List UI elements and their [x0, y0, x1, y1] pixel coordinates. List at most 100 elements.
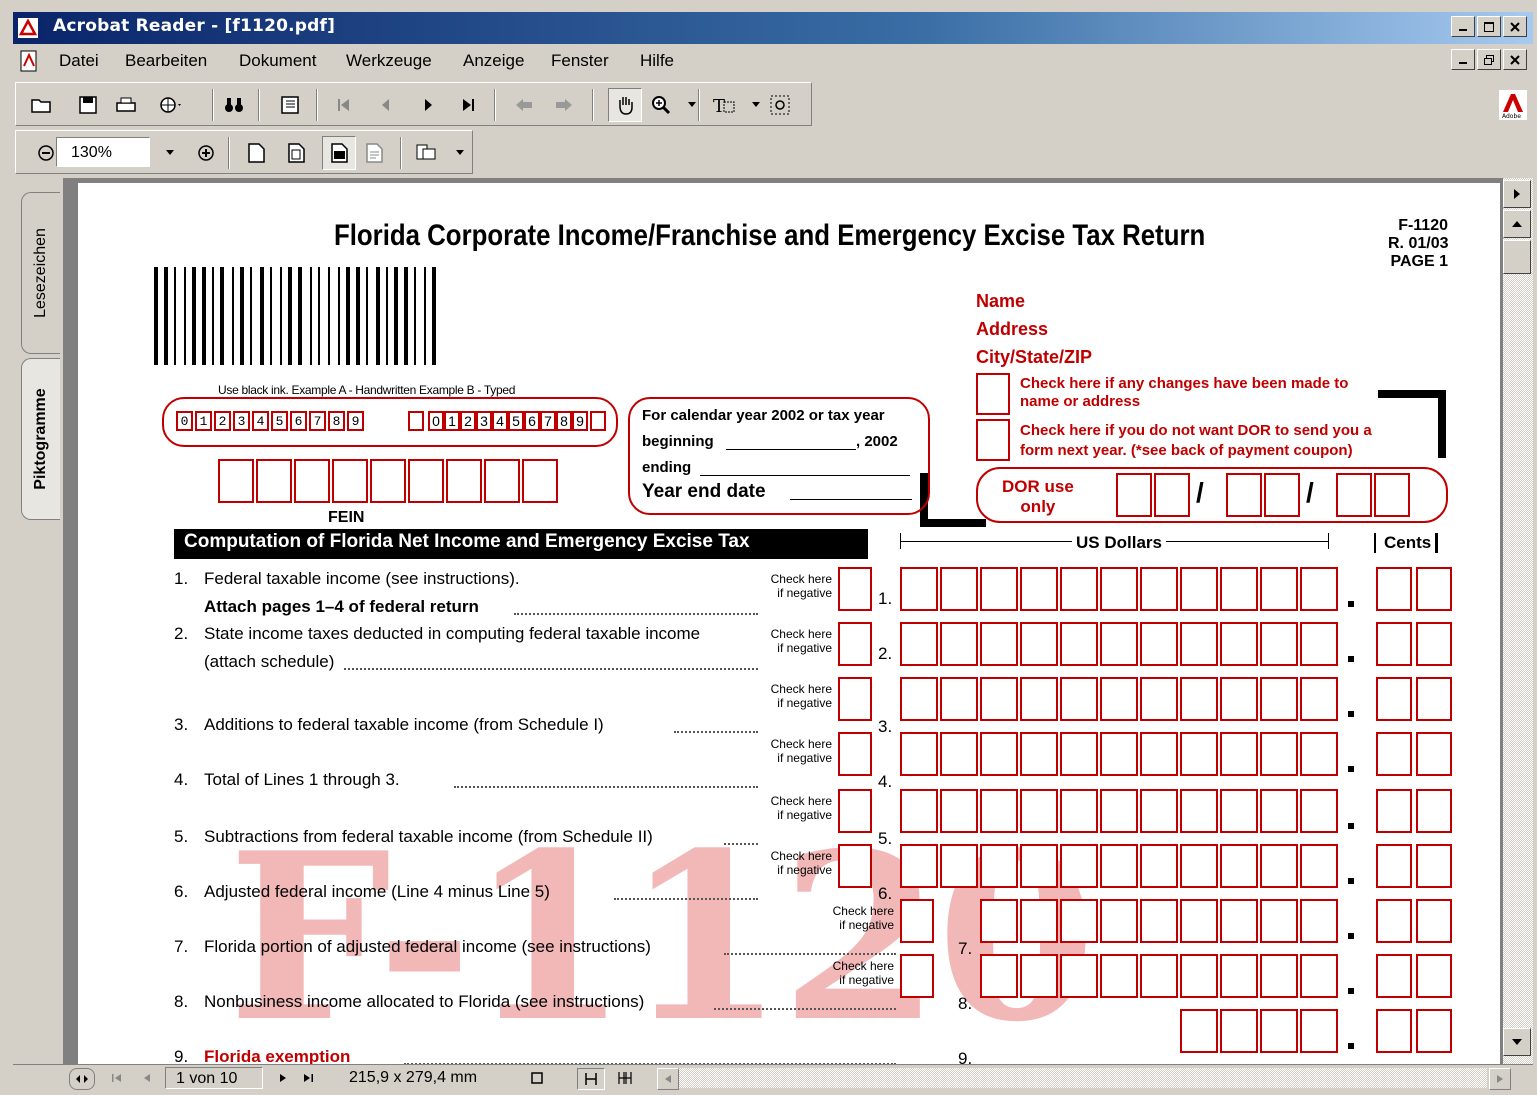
scroll-thumb[interactable] — [1503, 240, 1531, 274]
dollar-digit-box[interactable] — [980, 567, 1018, 611]
fein-digit-box[interactable] — [370, 459, 406, 503]
negative-checkbox[interactable] — [900, 899, 934, 943]
tab-thumbnails[interactable]: Piktogramme — [21, 358, 60, 520]
dollar-digit-box[interactable] — [1300, 1009, 1338, 1053]
dollar-digit-box[interactable] — [1180, 954, 1218, 998]
dollar-digit-box[interactable] — [1220, 844, 1258, 888]
dollar-digit-box[interactable] — [1020, 899, 1058, 943]
dollar-digit-box[interactable] — [1220, 954, 1258, 998]
menu-datei[interactable]: Datei — [59, 51, 99, 71]
dollar-digit-box[interactable] — [1300, 954, 1338, 998]
menu-hilfe[interactable]: Hilfe — [640, 51, 674, 71]
status-first-page[interactable] — [109, 1068, 125, 1088]
dollar-digit-box[interactable] — [1180, 677, 1218, 721]
dollar-digit-box[interactable] — [1220, 567, 1258, 611]
cents-digit-box[interactable] — [1376, 622, 1412, 666]
cents-digit-box[interactable] — [1416, 567, 1452, 611]
dollar-digit-box[interactable] — [1060, 622, 1098, 666]
dollar-digit-box[interactable] — [980, 789, 1018, 833]
dollar-digit-box[interactable] — [1020, 954, 1058, 998]
cents-digit-box[interactable] — [1416, 899, 1452, 943]
snapshot-button[interactable] — [768, 93, 792, 117]
negative-checkbox[interactable] — [900, 954, 934, 998]
dollar-digit-box[interactable] — [1260, 677, 1298, 721]
dollar-digit-box[interactable] — [1300, 622, 1338, 666]
cents-digit-box[interactable] — [1416, 732, 1452, 776]
facing-pages-button[interactable] — [613, 1068, 637, 1088]
dollar-digit-box[interactable] — [1060, 844, 1098, 888]
doc-minimize-button[interactable] — [1451, 49, 1475, 70]
minimize-button[interactable] — [1451, 16, 1475, 37]
text-select-button[interactable]: T — [712, 93, 736, 117]
dollar-digit-box[interactable] — [900, 789, 938, 833]
scroll-down-button[interactable] — [1503, 1028, 1531, 1056]
dollar-digit-box[interactable] — [1100, 567, 1138, 611]
dollar-digit-box[interactable] — [1020, 844, 1058, 888]
dollar-digit-box[interactable] — [1300, 789, 1338, 833]
negative-checkbox[interactable] — [838, 677, 872, 721]
dollar-digit-box[interactable] — [1140, 899, 1178, 943]
dollar-digit-box[interactable] — [1300, 677, 1338, 721]
dollar-digit-box[interactable] — [1140, 732, 1178, 776]
fein-digit-box[interactable] — [408, 459, 444, 503]
dollar-digit-box[interactable] — [1220, 732, 1258, 776]
actual-size-button[interactable] — [244, 141, 268, 165]
dollar-digit-box[interactable] — [1180, 899, 1218, 943]
split-toggle[interactable] — [69, 1068, 95, 1090]
dollar-digit-box[interactable] — [1060, 677, 1098, 721]
dollar-digit-box[interactable] — [980, 954, 1018, 998]
negative-checkbox[interactable] — [838, 789, 872, 833]
no-form-checkbox[interactable] — [976, 419, 1010, 461]
cents-digit-box[interactable] — [1376, 1009, 1412, 1053]
doc-close-button[interactable] — [1503, 49, 1527, 70]
dollar-digit-box[interactable] — [1260, 567, 1298, 611]
go-forward-button[interactable] — [552, 93, 576, 117]
dollar-digit-box[interactable] — [1220, 789, 1258, 833]
show-navigation-button[interactable] — [278, 93, 302, 117]
status-next-page[interactable] — [275, 1068, 291, 1088]
dollar-digit-box[interactable] — [1180, 789, 1218, 833]
last-page-button[interactable] — [456, 93, 480, 117]
close-button[interactable] — [1503, 16, 1527, 37]
cents-digit-box[interactable] — [1416, 1009, 1452, 1053]
go-back-button[interactable] — [512, 93, 536, 117]
dollar-digit-box[interactable] — [1220, 1009, 1258, 1053]
fein-digit-box[interactable] — [256, 459, 292, 503]
zoom-input[interactable]: 130% — [56, 137, 150, 167]
negative-checkbox[interactable] — [838, 622, 872, 666]
dollar-digit-box[interactable] — [1060, 954, 1098, 998]
cents-digit-box[interactable] — [1416, 622, 1452, 666]
dollar-digit-box[interactable] — [1300, 899, 1338, 943]
dollar-digit-box[interactable] — [1020, 567, 1058, 611]
scroll-up-button[interactable] — [1503, 210, 1531, 238]
cents-digit-box[interactable] — [1416, 789, 1452, 833]
fein-boxes[interactable] — [218, 459, 560, 503]
dollar-digit-box[interactable] — [1060, 789, 1098, 833]
dollar-digit-box[interactable] — [1260, 732, 1298, 776]
dollar-digit-box[interactable] — [1220, 677, 1258, 721]
dollar-digit-box[interactable] — [1180, 567, 1218, 611]
dollar-digit-box[interactable] — [1260, 1009, 1298, 1053]
dollar-digit-box[interactable] — [1100, 732, 1138, 776]
dollar-digit-box[interactable] — [1100, 954, 1138, 998]
dollar-digit-box[interactable] — [1020, 789, 1058, 833]
panel-expand-button[interactable] — [1503, 180, 1531, 208]
dollar-digit-box[interactable] — [900, 844, 938, 888]
dollar-digit-box[interactable] — [900, 732, 938, 776]
negative-checkbox[interactable] — [838, 732, 872, 776]
zoom-in-button[interactable] — [194, 141, 218, 165]
vertical-scrollbar[interactable] — [1503, 178, 1533, 1066]
page-number-field[interactable]: 1 von 10 — [165, 1067, 263, 1089]
dollar-digit-box[interactable] — [1140, 789, 1178, 833]
dollar-digit-box[interactable] — [1180, 1009, 1218, 1053]
first-page-button[interactable] — [332, 93, 356, 117]
dollar-digit-box[interactable] — [940, 622, 978, 666]
fein-digit-box[interactable] — [522, 459, 558, 503]
continuous-button[interactable] — [577, 1068, 605, 1090]
rotate-menu[interactable] — [448, 141, 472, 165]
dollar-digit-box[interactable] — [1060, 899, 1098, 943]
dollar-digit-box[interactable] — [940, 567, 978, 611]
single-page-button[interactable] — [527, 1068, 547, 1088]
status-prev-page[interactable] — [139, 1068, 155, 1088]
dollar-digit-box[interactable] — [1180, 732, 1218, 776]
